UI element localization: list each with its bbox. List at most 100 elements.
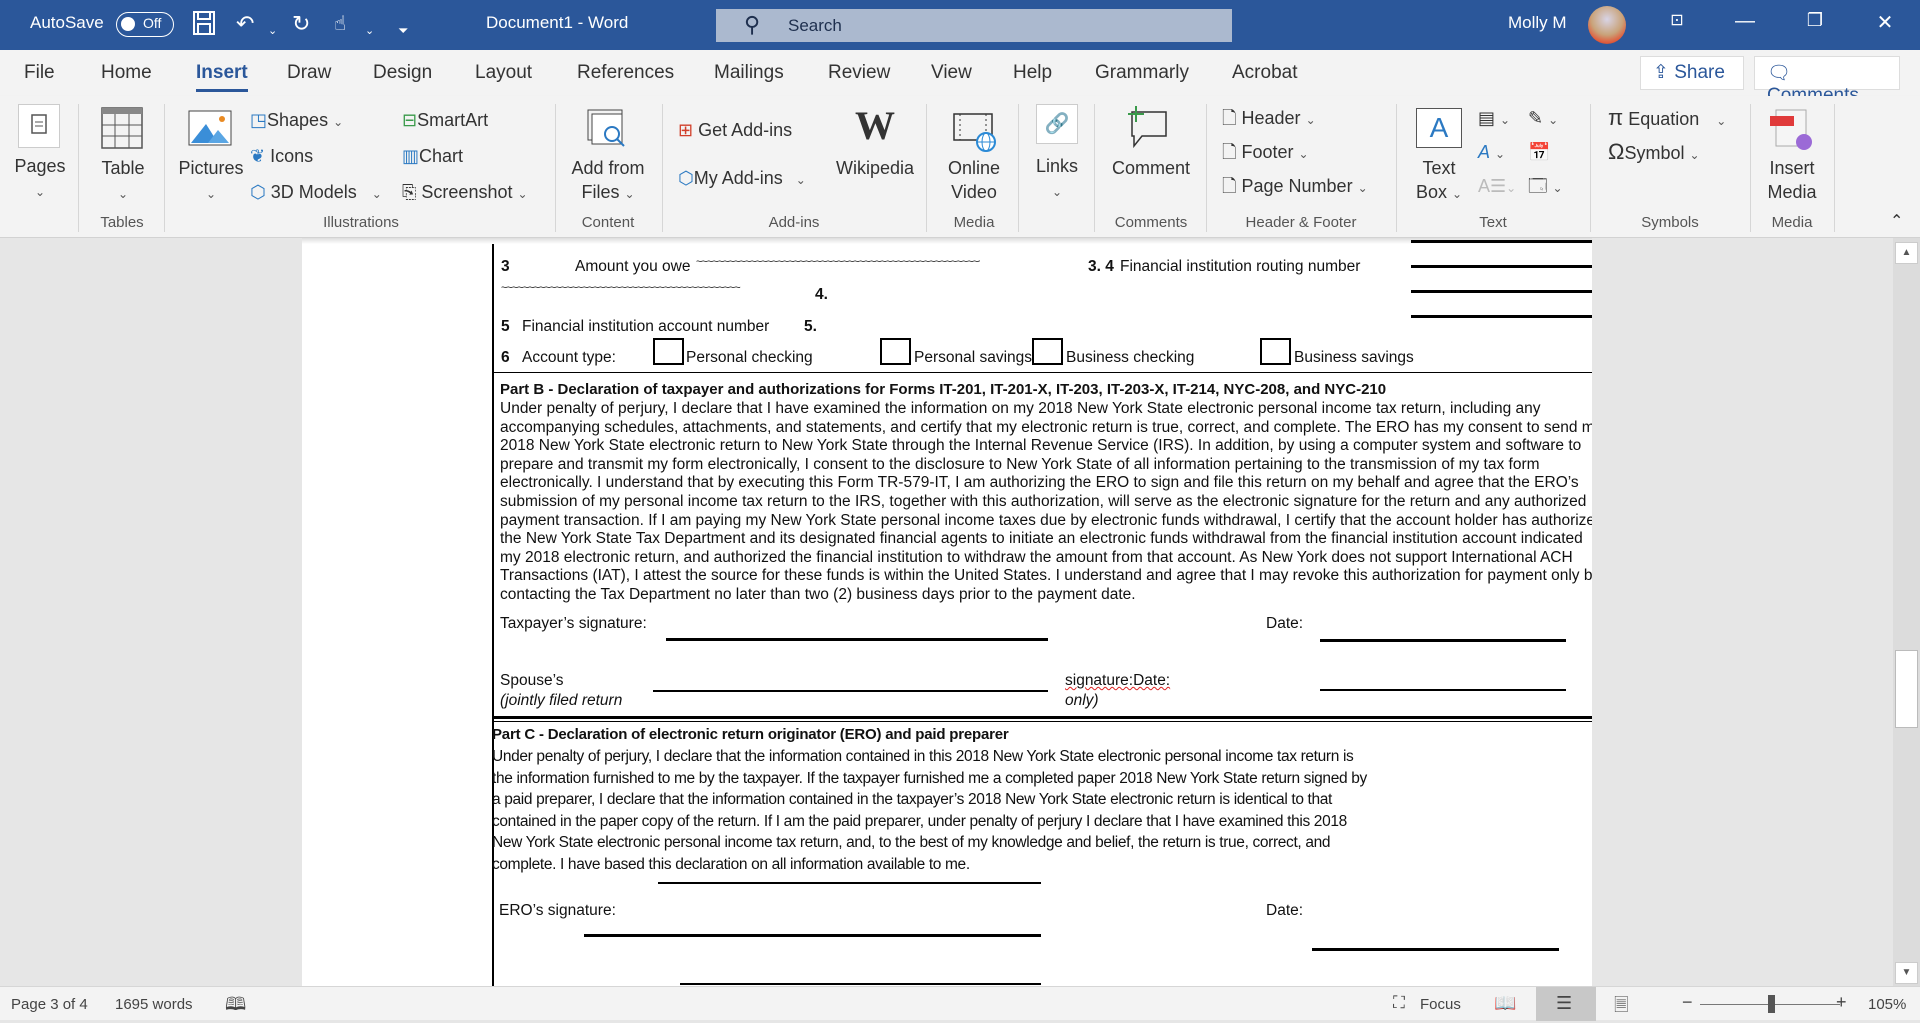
undo-dropdown-icon[interactable]: ⌄ bbox=[268, 17, 277, 45]
minimize-icon[interactable]: — bbox=[1730, 10, 1760, 33]
footer-button[interactable]: 🗋 Footer ⌄ bbox=[1222, 140, 1309, 166]
tab-home[interactable]: Home bbox=[101, 62, 152, 84]
row-number: 5 bbox=[501, 318, 510, 335]
print-layout-button[interactable]: ☰ bbox=[1536, 987, 1596, 1021]
zoom-slider-thumb[interactable] bbox=[1767, 995, 1775, 1013]
shadow-divider bbox=[302, 238, 1592, 244]
3d-models-button[interactable]: ⬡ 3D Models ⌄ bbox=[250, 180, 382, 206]
icons-button[interactable]: ❦ Icons bbox=[250, 144, 313, 168]
focus-button[interactable]: Focus bbox=[1420, 996, 1461, 1013]
collapse-ribbon-icon[interactable]: ⌃ bbox=[1890, 210, 1903, 234]
web-layout-icon[interactable]: 🗏 bbox=[1614, 993, 1628, 1023]
autosave-toggle[interactable]: Off bbox=[116, 12, 174, 37]
tab-layout[interactable]: Layout bbox=[475, 62, 532, 84]
personal-savings-checkbox[interactable] bbox=[880, 338, 911, 365]
undo-icon[interactable]: ↶ bbox=[236, 10, 254, 38]
user-avatar[interactable] bbox=[1588, 6, 1626, 44]
page-number-button[interactable]: 🗋 Page Number ⌄ bbox=[1222, 174, 1368, 200]
personal-checking-checkbox[interactable] bbox=[653, 338, 684, 365]
insert-media-button[interactable]: Insert Media bbox=[1752, 156, 1832, 204]
vertical-scrollbar[interactable]: ▲ ▼ bbox=[1893, 238, 1920, 986]
touch-mode-icon[interactable]: ☝ bbox=[334, 10, 346, 38]
pictures-button[interactable]: Pictures ⌄ bbox=[176, 156, 246, 206]
table-button[interactable]: Table ⌄ bbox=[88, 156, 158, 206]
smartart-label: SmartArt bbox=[417, 110, 489, 130]
comment-button[interactable]: Comment bbox=[1106, 156, 1196, 180]
routing-number-field[interactable] bbox=[1411, 265, 1592, 268]
drop-cap-button[interactable]: A☰⌄ bbox=[1478, 174, 1516, 200]
redo-icon[interactable]: ↻ bbox=[292, 10, 310, 38]
wikipedia-button[interactable]: Wikipedia bbox=[832, 156, 918, 180]
tab-mailings[interactable]: Mailings bbox=[714, 62, 784, 84]
touch-dropdown-icon[interactable]: ⌄ bbox=[365, 17, 374, 45]
tab-help[interactable]: Help bbox=[1013, 62, 1052, 84]
zoom-level[interactable]: 105% bbox=[1868, 996, 1906, 1013]
date-time-button[interactable]: 📅 bbox=[1528, 140, 1550, 164]
zoom-out-icon[interactable]: − bbox=[1682, 992, 1693, 1013]
tab-acrobat[interactable]: Acrobat bbox=[1232, 62, 1297, 84]
pages-button[interactable]: Pages ⌄ bbox=[6, 154, 74, 204]
business-savings-checkbox[interactable] bbox=[1260, 338, 1291, 365]
user-name[interactable]: Molly M bbox=[1508, 13, 1567, 33]
share-button[interactable]: ⇪ Share bbox=[1640, 56, 1744, 90]
focus-icon[interactable]: ⛶ bbox=[1393, 993, 1405, 1013]
comments-button[interactable]: 🗨 Comments bbox=[1754, 56, 1900, 106]
page-count[interactable]: Page 3 of 4 bbox=[11, 996, 88, 1013]
tab-references[interactable]: References bbox=[577, 62, 674, 84]
field-line bbox=[680, 983, 1041, 985]
tab-file[interactable]: File bbox=[24, 62, 55, 84]
scroll-down-icon[interactable]: ▼ bbox=[1895, 962, 1918, 984]
get-add-ins-button[interactable]: ⊞ Get Add-ins bbox=[678, 118, 792, 142]
tab-view[interactable]: View bbox=[931, 62, 972, 84]
search-box[interactable]: ⚲ Search bbox=[716, 9, 1232, 42]
signature-line-button[interactable]: ✎ ⌄ bbox=[1528, 106, 1558, 132]
screenshot-button[interactable]: ⎘ Screenshot ⌄ bbox=[402, 180, 528, 206]
word-count[interactable]: 1695 words bbox=[115, 996, 193, 1013]
ero-signature-field[interactable] bbox=[584, 934, 1041, 937]
smartart-button[interactable]: ⊟SmartArt bbox=[402, 108, 488, 132]
save-icon[interactable] bbox=[192, 10, 216, 43]
tab-review[interactable]: Review bbox=[828, 62, 890, 84]
pi-icon: π bbox=[1608, 105, 1624, 130]
text-box-button[interactable]: Text Box ⌄ bbox=[1404, 156, 1474, 206]
read-mode-icon[interactable]: 📖 bbox=[1494, 993, 1516, 1014]
spouse-signature-field[interactable] bbox=[653, 690, 1048, 692]
tab-insert[interactable]: Insert bbox=[196, 62, 248, 92]
symbol-button[interactable]: ΩSymbol ⌄ bbox=[1608, 140, 1700, 167]
proofing-icon[interactable]: 🕮 bbox=[225, 992, 246, 1022]
document-page[interactable]: 3 Amount you owe ~~~~~~~~~~~~~~~~~~~~~~~… bbox=[302, 238, 1592, 986]
header-button[interactable]: 🗋 Header ⌄ bbox=[1222, 106, 1316, 132]
tab-draw[interactable]: Draw bbox=[287, 62, 331, 84]
taxpayer-date-field[interactable] bbox=[1320, 639, 1566, 642]
ero-date-field[interactable] bbox=[1312, 948, 1559, 951]
get-add-ins-label: Get Add-ins bbox=[698, 120, 793, 140]
wordart-button[interactable]: A ⌄ bbox=[1478, 140, 1505, 166]
object-button[interactable]: 🗔 ⌄ bbox=[1528, 174, 1563, 200]
restore-icon[interactable]: ❐ bbox=[1800, 10, 1830, 31]
scrollbar-thumb[interactable] bbox=[1895, 650, 1918, 728]
taxpayer-signature-field[interactable] bbox=[666, 638, 1048, 641]
row-number: 3 bbox=[501, 258, 510, 275]
omega-icon: Ω bbox=[1608, 139, 1625, 164]
scroll-up-icon[interactable]: ▲ bbox=[1895, 242, 1918, 264]
add-from-files-button[interactable]: Add from Files ⌄ bbox=[562, 156, 654, 206]
spouse-signature-date-label: signature:Date: bbox=[1065, 672, 1171, 689]
shapes-button[interactable]: ◳Shapes ⌄ bbox=[250, 108, 343, 134]
spouse-date-field[interactable] bbox=[1320, 689, 1566, 691]
chevron-down-icon: ⌄ bbox=[1548, 113, 1559, 127]
chevron-down-icon: ⌄ bbox=[1716, 114, 1727, 128]
ribbon-display-icon[interactable]: ⊡ bbox=[1662, 10, 1692, 30]
zoom-in-icon[interactable]: + bbox=[1836, 992, 1847, 1013]
equation-button[interactable]: π Equation ⌄ bbox=[1608, 106, 1726, 133]
tab-design[interactable]: Design bbox=[373, 62, 432, 84]
business-checking-checkbox[interactable] bbox=[1032, 338, 1063, 365]
links-button[interactable]: Links ⌄ bbox=[1022, 154, 1092, 204]
chart-button[interactable]: ▥Chart bbox=[402, 144, 463, 168]
customize-qat-icon[interactable]: ⏷ bbox=[398, 17, 408, 45]
quick-parts-button[interactable]: ▤ ⌄ bbox=[1478, 106, 1510, 132]
tab-grammarly[interactable]: Grammarly bbox=[1095, 62, 1189, 84]
online-video-button[interactable]: Online Video bbox=[936, 156, 1012, 204]
account-number-field[interactable] bbox=[1411, 315, 1592, 318]
close-icon[interactable]: ✕ bbox=[1870, 10, 1900, 35]
my-add-ins-button[interactable]: ⬡My Add-ins ⌄ bbox=[678, 166, 806, 192]
